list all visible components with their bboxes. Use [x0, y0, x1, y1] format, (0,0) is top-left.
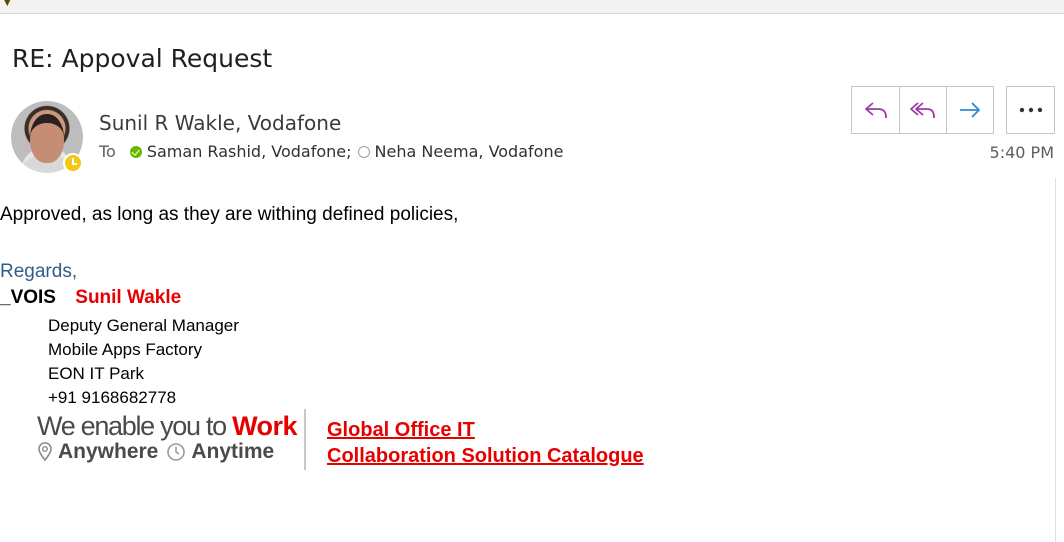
- location-pin-icon: [37, 442, 53, 462]
- message-actions: [851, 86, 994, 134]
- more-icon: [1019, 107, 1042, 113]
- recipients-row: To Saman Rashid, Vodafone; Neha Neema, V…: [99, 142, 569, 161]
- banner-anywhere: Anywhere: [58, 440, 159, 463]
- signature-banner: We enable you to Work Anywhere Anytime: [37, 411, 298, 464]
- banner-subline: Anywhere Anytime: [37, 440, 297, 464]
- forward-button[interactable]: [946, 87, 993, 133]
- to-label: To: [99, 142, 116, 161]
- reply-button[interactable]: [852, 87, 899, 133]
- global-office-it-link[interactable]: Global Office IT: [327, 417, 644, 443]
- recipient-neha[interactable]: Neha Neema, Vodafone: [375, 142, 564, 161]
- more-actions-button[interactable]: [1006, 86, 1055, 134]
- company-logo-text: _VOIS: [0, 287, 56, 308]
- signature-phone: +91 9168682778: [48, 388, 177, 407]
- signature-title: Deputy General Manager: [48, 316, 239, 335]
- pane-divider: [1055, 178, 1056, 542]
- signature-location: EON IT Park: [48, 364, 145, 383]
- forward-icon: [960, 102, 980, 118]
- collapse-caret-icon[interactable]: ▲: [3, 0, 11, 9]
- reply-all-button[interactable]: [899, 87, 946, 133]
- reply-all-icon: [910, 102, 935, 118]
- collaboration-catalogue-link[interactable]: Collaboration Solution Catalogue: [327, 443, 644, 469]
- regards-text: Regards,: [0, 261, 78, 282]
- signature-department: Mobile Apps Factory: [48, 340, 203, 359]
- sent-time: 5:40 PM: [989, 143, 1054, 162]
- away-clock-icon: [63, 153, 83, 173]
- available-status-icon: [129, 145, 142, 158]
- signature-details: Deputy General Manager Mobile Apps Facto…: [48, 314, 239, 410]
- sender-name[interactable]: Sunil R Wakle, Vodafone: [99, 111, 341, 135]
- clock-refresh-icon: [166, 442, 186, 462]
- banner-tagline: We enable you to Work: [37, 411, 298, 441]
- signature-header: _VOIS Sunil Wakle: [0, 287, 181, 309]
- recipient-saman[interactable]: Saman Rashid, Vodafone;: [147, 142, 352, 161]
- banner-links: Global Office IT Collaboration Solution …: [327, 417, 644, 469]
- reply-icon: [864, 102, 887, 118]
- message-body: Approved, as long as they are withing de…: [0, 204, 459, 225]
- top-toolbar-strip: ▲: [0, 0, 1064, 14]
- offline-status-icon: [357, 145, 370, 158]
- signature-name: Sunil Wakle: [75, 287, 182, 308]
- email-subject: RE: Appoval Request: [12, 44, 273, 73]
- email-reading-pane: ▲ RE: Appoval Request Sunil R Wakle, Vod…: [0, 0, 1064, 542]
- banner-anytime: Anytime: [191, 440, 275, 463]
- banner-divider: [304, 409, 306, 470]
